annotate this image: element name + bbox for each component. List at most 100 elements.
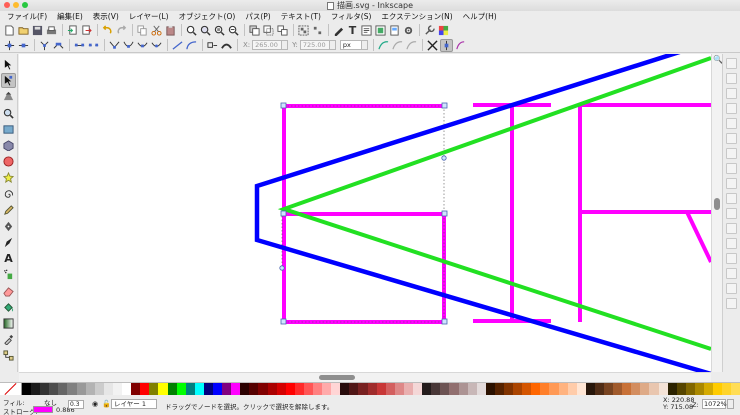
palette-swatch[interactable]	[403, 383, 414, 395]
palette-swatch[interactable]	[704, 383, 714, 395]
palette-swatch[interactable]	[240, 383, 250, 395]
palette-swatch[interactable]	[340, 383, 350, 395]
palette-swatch[interactable]	[31, 383, 41, 395]
drawing-svg[interactable]	[19, 54, 711, 372]
zoom-drawing-icon[interactable]	[199, 24, 212, 37]
magenta-letter-f[interactable]	[578, 103, 711, 322]
break-path-icon[interactable]	[52, 39, 65, 52]
insert-node-icon[interactable]	[3, 39, 16, 52]
palette-swatch[interactable]	[622, 383, 632, 395]
palette-swatch[interactable]	[476, 383, 486, 395]
unit-dropdown-icon[interactable]	[361, 40, 368, 50]
unit-select[interactable]: px	[339, 40, 368, 50]
opacity-input[interactable]: 0.3	[68, 400, 84, 409]
x-spinner[interactable]	[282, 40, 289, 50]
palette-swatch[interactable]	[494, 383, 504, 395]
palette-swatch[interactable]	[640, 383, 650, 395]
palette-swatch[interactable]	[694, 383, 705, 395]
object-to-path-icon[interactable]	[206, 39, 219, 52]
eraser-tool-icon[interactable]	[1, 284, 16, 299]
palette-swatch[interactable]	[22, 383, 32, 395]
window-controls[interactable]	[4, 2, 28, 8]
node-auto-smooth-icon[interactable]	[150, 39, 163, 52]
palette-swatch[interactable]	[558, 383, 568, 395]
rectangle-tool-icon[interactable]	[1, 122, 16, 137]
palette-swatch[interactable]	[322, 383, 332, 395]
zoom-selection-icon[interactable]	[185, 24, 198, 37]
stroke-to-path-icon[interactable]	[220, 39, 233, 52]
select-tool-icon[interactable]	[1, 57, 16, 72]
palette-swatch[interactable]	[294, 383, 304, 395]
stroke-swatch[interactable]	[33, 406, 53, 413]
ellipse-tool-icon[interactable]	[1, 154, 16, 169]
snap-page-icon[interactable]	[726, 268, 737, 279]
palette-swatch[interactable]	[713, 383, 723, 395]
wrench-icon[interactable]	[423, 24, 436, 37]
gradient-tool-icon[interactable]	[1, 316, 16, 331]
segment-curve-icon[interactable]	[185, 39, 198, 52]
palette-swatch[interactable]	[685, 383, 695, 395]
fill-stroke-icon[interactable]	[332, 24, 345, 37]
y-spinner[interactable]	[329, 40, 336, 50]
palette-swatch[interactable]	[231, 383, 241, 395]
palette-swatch[interactable]	[258, 383, 268, 395]
clip-path-icon[interactable]	[391, 39, 404, 52]
palette-swatch[interactable]	[49, 383, 59, 395]
palette-swatch[interactable]	[513, 383, 523, 395]
y-coordinate-field[interactable]: Y: 725.00	[292, 40, 336, 50]
delete-segment-icon[interactable]	[87, 39, 100, 52]
snap-bbox-corner-icon[interactable]	[726, 103, 737, 114]
palette-swatch[interactable]	[385, 383, 395, 395]
palette-swatch[interactable]	[349, 383, 359, 395]
menu-help[interactable]: ヘルプ(H)	[458, 11, 502, 22]
text-font-icon[interactable]: T	[346, 24, 359, 37]
palette-swatch[interactable]	[422, 383, 432, 395]
new-document-icon[interactable]	[3, 24, 16, 37]
y-input[interactable]: 725.00	[299, 40, 330, 50]
text-tool-icon[interactable]: A	[1, 251, 16, 266]
unlink-clone-icon[interactable]	[276, 24, 289, 37]
ungroup-icon[interactable]	[311, 24, 324, 37]
duplicate-icon[interactable]	[248, 24, 261, 37]
snap-cusp-icon[interactable]	[726, 193, 737, 204]
snap-rotation-icon[interactable]	[726, 253, 737, 264]
vertical-scroll-thumb[interactable]	[714, 198, 720, 210]
palette-swatch[interactable]	[140, 383, 150, 395]
spray-tool-icon[interactable]	[1, 267, 16, 282]
snap-smooth-icon[interactable]	[726, 208, 737, 219]
show-outline-icon[interactable]	[454, 39, 467, 52]
snap-intersection-icon[interactable]	[726, 178, 737, 189]
transform-handles-icon[interactable]	[426, 39, 439, 52]
snap-path-icon[interactable]	[726, 163, 737, 174]
layer-visibility-icon[interactable]: ◉	[92, 400, 98, 408]
snap-guide-icon[interactable]	[726, 298, 737, 309]
palette-swatch[interactable]	[222, 383, 232, 395]
palette-swatch[interactable]	[176, 383, 186, 395]
redo-icon[interactable]	[115, 24, 128, 37]
palette-swatch[interactable]	[604, 383, 614, 395]
palette-swatch[interactable]	[85, 383, 95, 395]
palette-swatch[interactable]	[67, 383, 77, 395]
palette-swatch[interactable]	[131, 383, 141, 395]
align-distribute-icon[interactable]	[374, 24, 387, 37]
palette-swatch[interactable]	[249, 383, 259, 395]
snap-bbox-center-icon[interactable]	[726, 133, 737, 144]
zoom-tool-icon[interactable]	[1, 106, 16, 121]
palette-swatch[interactable]	[631, 383, 641, 395]
tweak-tool-icon[interactable]	[1, 89, 16, 104]
palette-swatch[interactable]	[667, 383, 677, 395]
document-properties-icon[interactable]	[388, 24, 401, 37]
pencil-tool-icon[interactable]	[1, 203, 16, 218]
menu-object[interactable]: オブジェクト(O)	[174, 11, 241, 22]
zoom-page-icon[interactable]	[213, 24, 226, 37]
palette-swatch[interactable]	[267, 383, 277, 395]
x-input[interactable]: 265.00	[252, 40, 283, 50]
palette-swatch[interactable]	[94, 383, 104, 395]
cut-icon[interactable]	[150, 24, 163, 37]
node-symmetric-icon[interactable]	[136, 39, 149, 52]
palette-swatch[interactable]	[285, 383, 295, 395]
snap-toggle-icon[interactable]	[726, 58, 737, 69]
spiral-tool-icon[interactable]	[1, 187, 16, 202]
palette-swatch[interactable]	[394, 383, 404, 395]
undo-icon[interactable]	[101, 24, 114, 37]
